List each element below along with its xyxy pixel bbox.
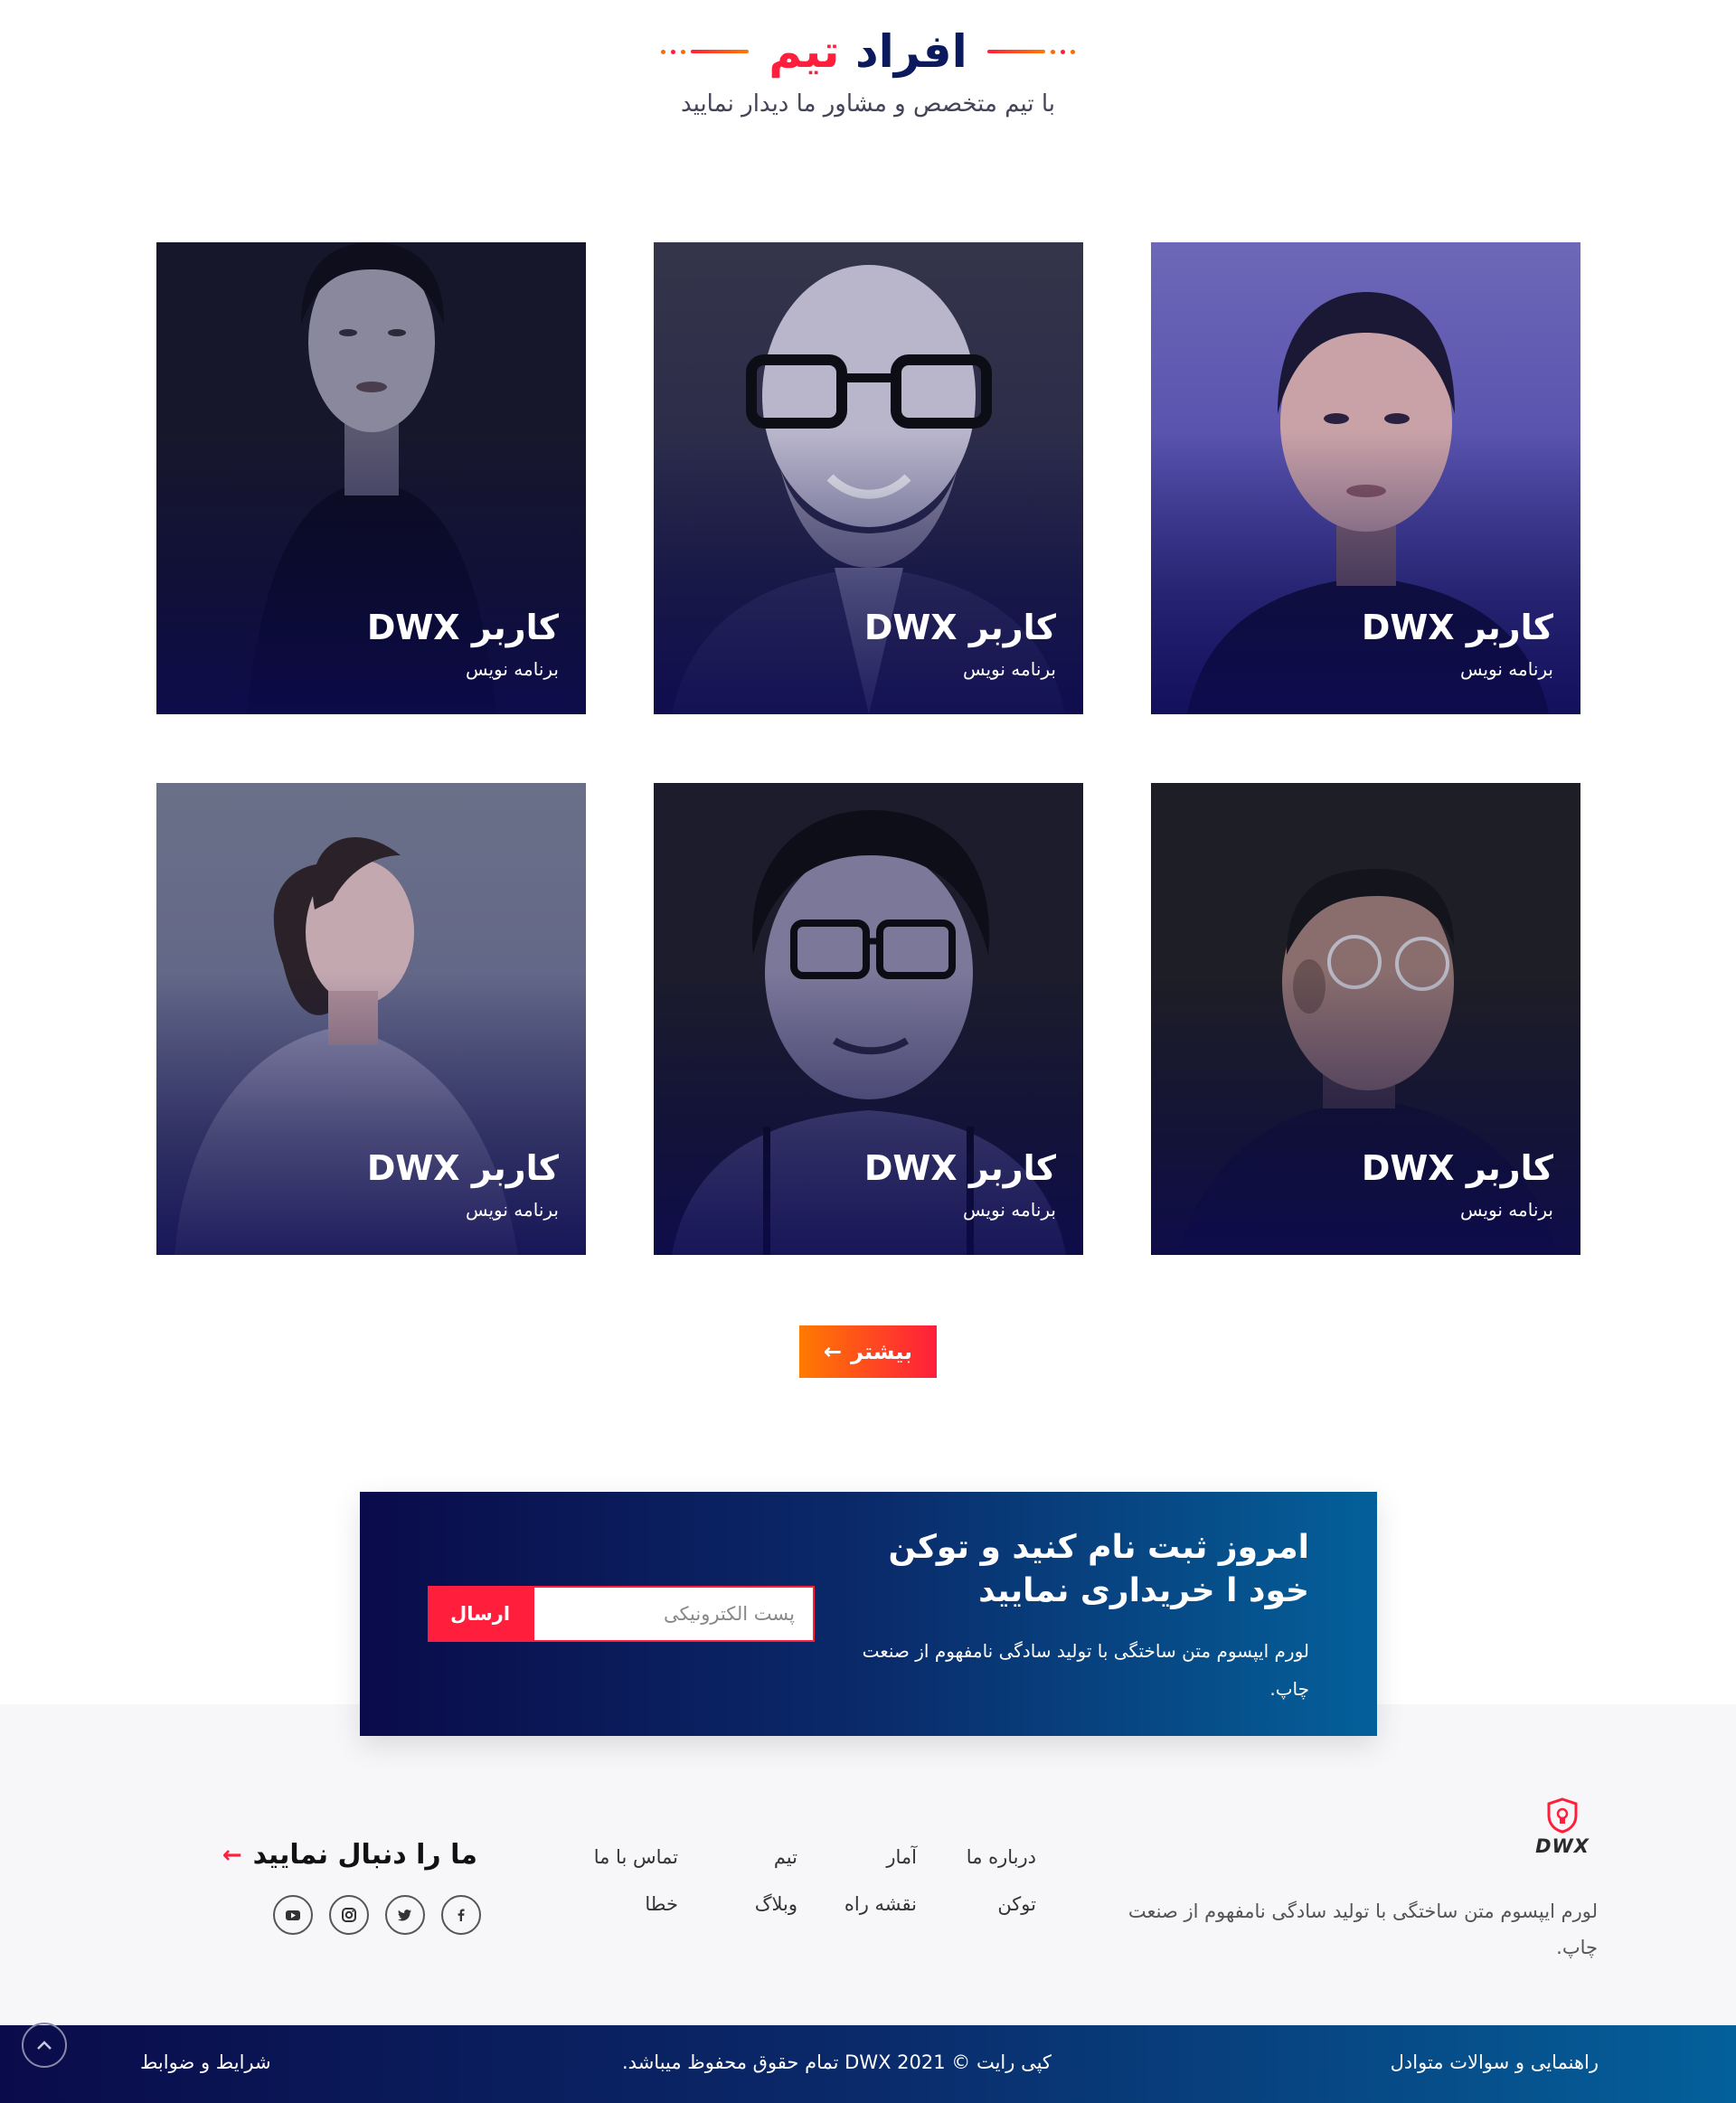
more-button-label: بیشتر [851,1339,913,1364]
footer-link-contact[interactable]: تماس با ما [594,1846,678,1868]
email-field[interactable] [533,1586,815,1642]
member-name: کاربر DWX [863,608,1056,647]
footer-link-about[interactable]: درباره ما [967,1846,1036,1868]
footer-link-team[interactable]: تیم [774,1846,797,1868]
footer-link-error[interactable]: خطا [645,1893,678,1915]
subscribe-banner: امروز ثبت نام کنید و توکن خود ا خریداری … [360,1492,1377,1736]
member-info: کاربر DWX برنامه نویس [1362,608,1553,680]
send-button[interactable]: ارسال [428,1586,533,1642]
page-subtitle: با تیم متخصص و مشاور ما دیدار نمایید [680,90,1056,118]
member-role: برنامه نویس [962,658,1056,680]
member-role: برنامه نویس [465,1199,559,1221]
facebook-icon[interactable] [441,1895,481,1935]
member-info: کاربر DWX برنامه نویس [864,1148,1056,1221]
arrow-left-icon: ← [222,1841,242,1869]
bottom-bar: راهنمایی و سوالات متوادل کپی رایت © DWX … [0,2025,1736,2103]
arrow-left-icon: ← [823,1339,843,1364]
youtube-icon[interactable] [273,1895,313,1935]
chevron-up-icon [37,2041,52,2050]
footer-link-blog[interactable]: وبلاگ [755,1893,797,1915]
shield-icon [1547,1797,1578,1834]
team-card[interactable]: کاربر DWX برنامه نویس [1151,242,1580,714]
footer-about: لورم ایپسوم متن ساختگی با تولید سادگی نا… [1127,1900,1598,1958]
page-title: افراد تیم [769,25,967,78]
team-card[interactable]: کاربر DWX برنامه نویس [156,783,586,1255]
follow-us-title: ما را دنبال نمایید ← [222,1839,477,1871]
team-section-header: افراد تیم با تیم متخصص و مشاور ما دیدار … [0,25,1736,118]
member-info: کاربر DWX برنامه نویس [367,608,559,680]
more-button[interactable]: بیشتر ← [799,1325,937,1378]
member-role: برنامه نویس [1459,1199,1553,1221]
member-name: کاربر DWX [863,1148,1056,1188]
team-card[interactable]: کاربر DWX برنامه نویس [1151,783,1580,1255]
member-name: کاربر DWX [1361,608,1553,647]
scroll-to-top-button[interactable] [22,2023,67,2068]
copyright-text: کپی رایت © DWX 2021 تمام حقوق محفوظ میبا… [622,2051,1052,2073]
member-role: برنامه نویس [962,1199,1056,1221]
member-name: کاربر DWX [1361,1148,1553,1188]
subscribe-title: امروز ثبت نام کنید و توکن خود ا خریداری … [888,1529,1309,1609]
member-role: برنامه نویس [1459,658,1553,680]
member-info: کاربر DWX برنامه نویس [864,608,1056,680]
member-info: کاربر DWX برنامه نویس [1362,1148,1553,1221]
subscribe-form: ارسال [428,1586,815,1642]
member-info: کاربر DWX برنامه نویس [367,1148,559,1221]
footer-link-stats[interactable]: آمار [886,1846,917,1868]
follow-us-label: ما را دنبال نمایید [252,1839,477,1871]
social-links [273,1895,481,1935]
subscribe-text: لورم ایپسوم متن ساختگی با تولید سادگی نا… [862,1640,1309,1700]
footer-link-token[interactable]: توکن [997,1893,1036,1915]
member-name: کاربر DWX [366,608,559,647]
title-decoration-right [986,49,1075,54]
instagram-icon[interactable] [329,1895,369,1935]
logo-text: DWX [1535,1835,1590,1857]
help-link[interactable]: راهنمایی و سوالات متوادل [1391,2051,1599,2073]
terms-link[interactable]: شرایط و ضوابط [140,2051,271,2073]
member-role: برنامه نویس [465,658,559,680]
member-name: کاربر DWX [366,1148,559,1188]
title-part2: تیم [769,25,840,78]
team-card[interactable]: کاربر DWX برنامه نویس [654,242,1083,714]
team-card[interactable]: کاربر DWX برنامه نویس [156,242,586,714]
title-row: افراد تیم [0,25,1736,78]
footer-link-roadmap[interactable]: نقشه راه [844,1893,917,1915]
title-part1: افراد [855,25,967,78]
twitter-icon[interactable] [385,1895,425,1935]
title-decoration-left [661,49,750,54]
team-card[interactable]: کاربر DWX برنامه نویس [654,783,1083,1255]
footer-logo[interactable]: DWX [1535,1797,1590,1857]
